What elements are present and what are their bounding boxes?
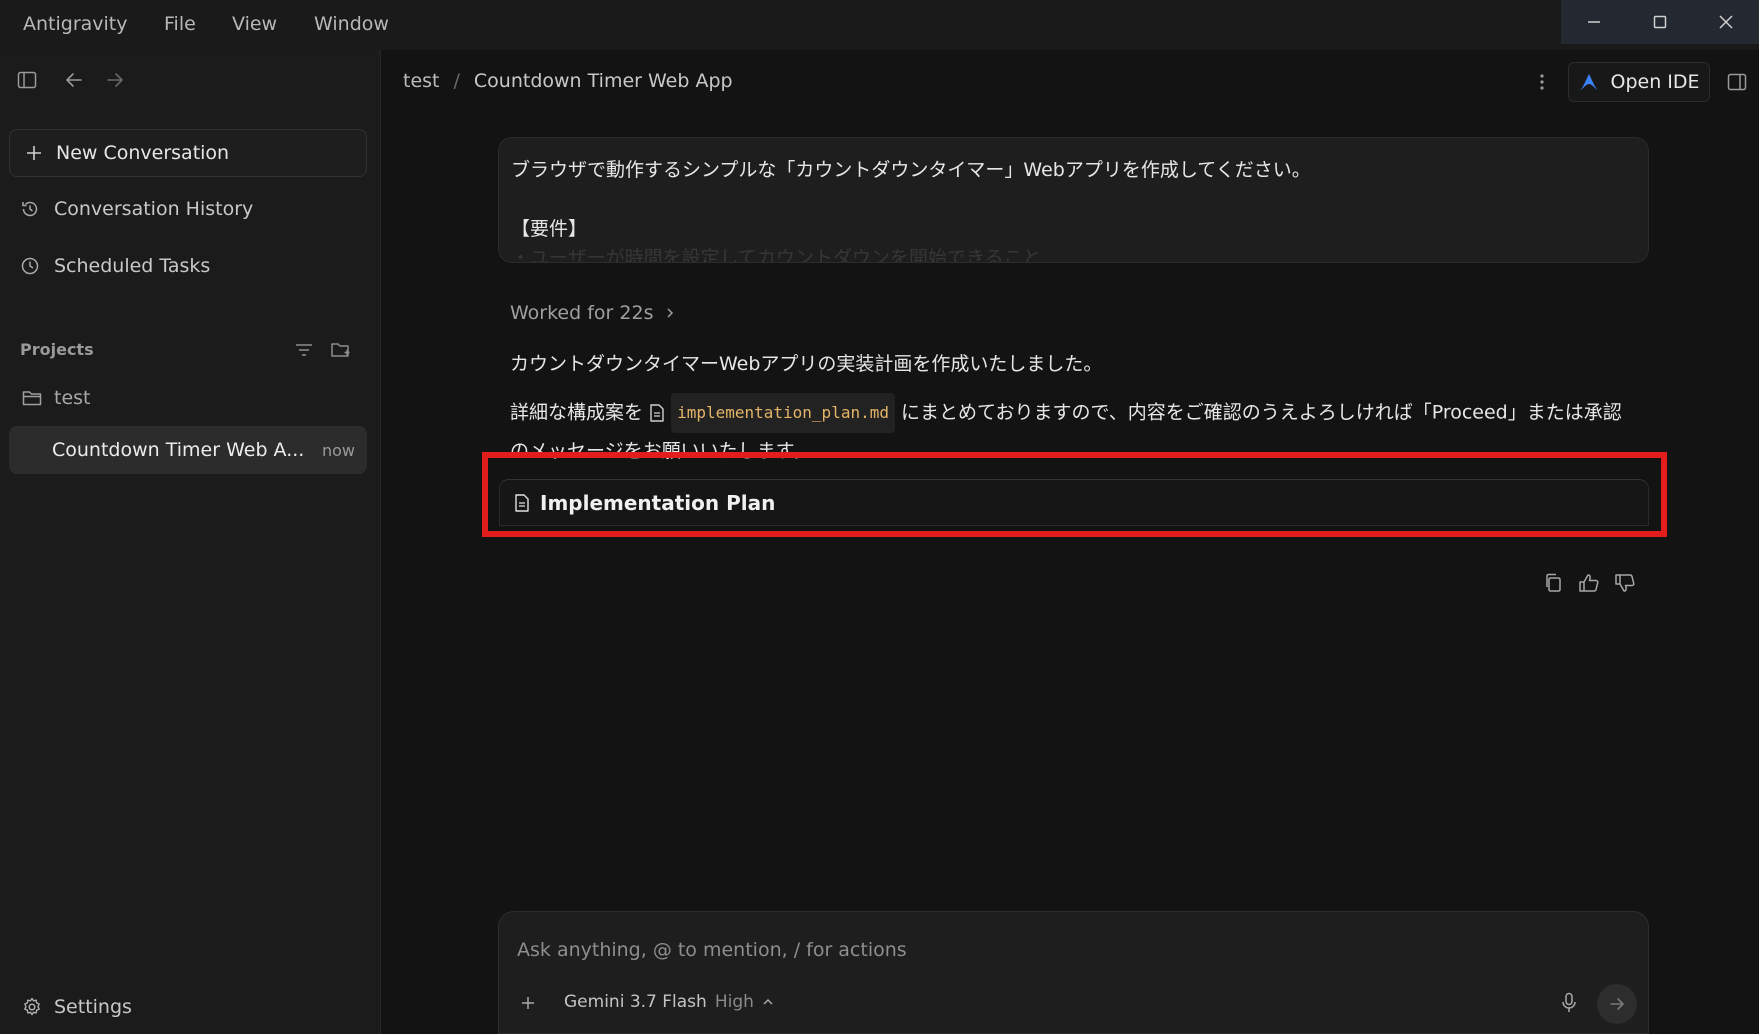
chat-input[interactable] [517, 934, 1617, 966]
filter-projects-button[interactable] [292, 338, 316, 362]
settings-label: Settings [54, 996, 132, 1018]
conversation-history-link[interactable]: Conversation History [20, 198, 253, 220]
user-message: ブラウザで動作するシンプルな「カウントダウンタイマー」Webアプリを作成してくだ… [498, 137, 1649, 263]
breadcrumb-separator: / [453, 70, 460, 92]
response-text-before: 詳細な構成案を [510, 401, 644, 424]
breadcrumb-project[interactable]: test [403, 70, 440, 92]
user-message-line-faded: ・ユーザーが時間を設定してカウントダウンを開始できること [511, 247, 1042, 263]
antigravity-logo-icon [1580, 74, 1599, 90]
copy-button[interactable] [1540, 570, 1566, 596]
worked-for-toggle[interactable]: Worked for 22s [510, 302, 675, 324]
open-ide-label: Open IDE [1610, 71, 1700, 93]
file-link-name: implementation_plan.md [671, 393, 895, 433]
new-conversation-label: New Conversation [56, 142, 230, 164]
folder-icon [22, 391, 42, 406]
more-vertical-icon [1540, 74, 1544, 90]
highlight-box [482, 452, 1667, 537]
model-selector[interactable]: Gemini 3.7 Flash High [564, 992, 774, 1012]
send-arrow-icon [1610, 998, 1624, 1010]
new-conversation-button[interactable]: New Conversation [9, 129, 367, 177]
gear-icon [24, 997, 40, 1016]
conversation-title: Countdown Timer Web A... [52, 439, 305, 461]
sidebar-toggle-button[interactable] [15, 68, 39, 92]
plus-icon [27, 146, 41, 160]
minimize-icon [1588, 21, 1600, 23]
attach-button[interactable] [517, 992, 539, 1014]
more-options-button[interactable] [1530, 70, 1554, 94]
voice-input-button[interactable] [1557, 990, 1581, 1016]
chevron-up-icon [763, 998, 773, 1005]
history-icon [22, 201, 38, 217]
settings-link[interactable]: Settings [22, 996, 132, 1018]
breadcrumb: test / Countdown Timer Web App [403, 70, 733, 92]
project-name: test [54, 387, 91, 409]
close-window-button[interactable] [1693, 0, 1759, 44]
close-icon [1719, 15, 1733, 29]
thumbs-down-icon [1615, 574, 1635, 592]
copy-icon [1546, 573, 1561, 592]
user-message-line: ブラウザで動作するシンプルな「カウントダウンタイマー」Webアプリを作成してくだ… [511, 159, 1311, 181]
file-link[interactable]: implementation_plan.md [649, 393, 895, 433]
file-menu[interactable]: File [164, 13, 196, 35]
response-text: カウントダウンタイマーWebアプリの実装計画を作成いたしました。 [510, 353, 1103, 375]
chevron-right-icon [667, 308, 674, 318]
window-controls [1561, 0, 1759, 44]
worked-for-label: Worked for 22s [510, 302, 654, 324]
thumbs-down-button[interactable] [1612, 570, 1638, 596]
arrow-left-icon [66, 73, 82, 87]
conversation-item-active[interactable]: Countdown Timer Web A... now [9, 426, 367, 474]
clock-icon [21, 257, 39, 275]
page-title: Countdown Timer Web App [473, 70, 733, 92]
panel-right-icon [1727, 73, 1747, 91]
scheduled-tasks-label: Scheduled Tasks [54, 255, 211, 277]
app-name-menu[interactable]: Antigravity [23, 13, 128, 35]
back-button[interactable] [62, 68, 86, 92]
maximize-button[interactable] [1627, 0, 1693, 44]
panel-toggle-button[interactable] [1724, 69, 1750, 95]
minimize-button[interactable] [1561, 0, 1627, 44]
new-project-button[interactable] [329, 338, 353, 362]
composer: Gemini 3.7 Flash High [498, 911, 1649, 1034]
forward-button[interactable] [103, 68, 127, 92]
thumbs-up-button[interactable] [1576, 570, 1602, 596]
title-bar: Antigravity File View Window [0, 0, 1759, 50]
view-menu[interactable]: View [232, 13, 277, 35]
mic-icon [1562, 992, 1576, 1012]
scheduled-tasks-link[interactable]: Scheduled Tasks [20, 255, 210, 277]
project-test[interactable]: test [22, 387, 91, 409]
sidebar: New Conversation Conversation History Sc… [0, 50, 381, 1034]
maximize-icon [1653, 15, 1667, 29]
plus-icon [522, 997, 534, 1009]
document-icon [650, 404, 664, 422]
arrow-right-icon [107, 73, 123, 87]
conversation-history-label: Conversation History [54, 198, 254, 220]
conversation-time: now [321, 440, 355, 460]
open-ide-button[interactable]: Open IDE [1568, 62, 1710, 102]
send-button[interactable] [1597, 984, 1637, 1024]
user-message-line: 【要件】 [511, 218, 588, 240]
filter-icon [296, 344, 312, 356]
model-level: High [714, 992, 754, 1012]
folder-plus-icon [331, 343, 350, 357]
window-menu[interactable]: Window [314, 13, 389, 35]
projects-heading: Projects [20, 340, 94, 359]
model-name: Gemini 3.7 Flash [564, 992, 707, 1012]
thumbs-up-icon [1579, 574, 1599, 592]
sidebar-toggle-icon [17, 71, 37, 89]
